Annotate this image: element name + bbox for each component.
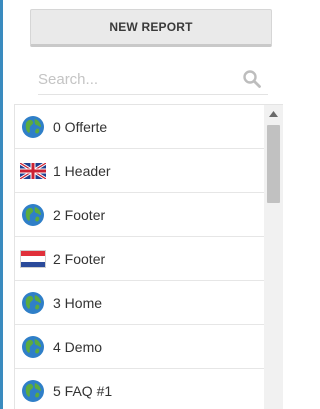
list-item-label: 5 FAQ #1 [53, 382, 113, 399]
list-item[interactable]: 5 FAQ #1 [15, 369, 264, 409]
list-item[interactable]: 1 Header [15, 149, 264, 193]
search-icon[interactable] [242, 69, 262, 89]
list-item[interactable]: 2 Footer [15, 193, 264, 237]
left-accent-rule [0, 0, 3, 409]
search-bar [38, 66, 268, 95]
globe-icon [20, 202, 46, 228]
list-item[interactable]: 4 Demo [15, 325, 264, 369]
uk-flag-icon [20, 158, 46, 184]
vertical-scrollbar[interactable] [264, 105, 283, 409]
scrollbar-thumb[interactable] [267, 125, 280, 203]
scroll-up-arrow-icon[interactable] [264, 105, 283, 123]
list-item-label: 1 Header [53, 162, 111, 179]
list-item-label: 4 Demo [53, 338, 103, 355]
list-item[interactable]: 2 Footer [15, 237, 264, 281]
globe-icon [20, 114, 46, 140]
report-list-items: 0 Offerte 1 Header 2 Footer 2 Footer 3 H… [15, 105, 264, 409]
globe-icon [20, 378, 46, 404]
search-input[interactable] [38, 66, 238, 92]
report-sidebar: NEW REPORT 0 Offerte [0, 0, 289, 409]
list-item-label: 2 Footer [53, 206, 106, 223]
globe-icon [20, 290, 46, 316]
list-item-label: 0 Offerte [53, 118, 108, 135]
netherlands-flag-icon [20, 246, 46, 272]
globe-icon [20, 334, 46, 360]
list-item[interactable]: 0 Offerte [15, 105, 264, 149]
list-item-label: 3 Home [53, 294, 103, 311]
list-item[interactable]: 3 Home [15, 281, 264, 325]
new-report-button[interactable]: NEW REPORT [30, 9, 272, 47]
list-item-label: 2 Footer [53, 250, 106, 267]
report-list: 0 Offerte 1 Header 2 Footer 2 Footer 3 H… [14, 104, 283, 409]
